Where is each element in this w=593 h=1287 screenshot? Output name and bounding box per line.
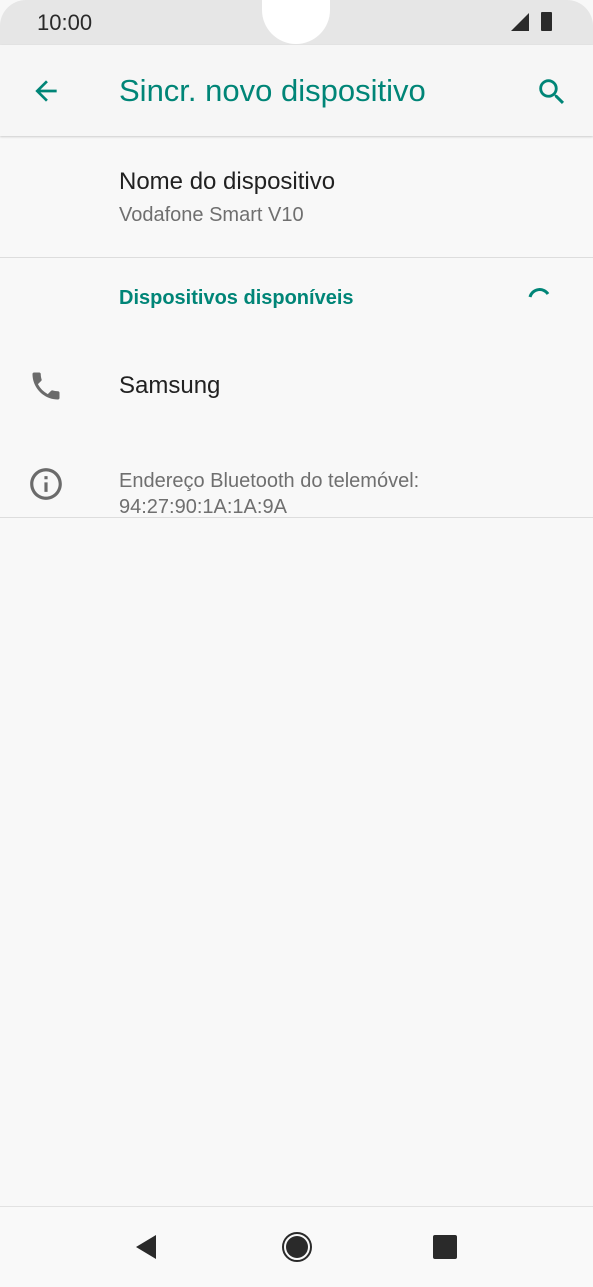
divider <box>0 257 593 258</box>
list-item-samsung[interactable]: Samsung <box>0 340 593 430</box>
app-bar: Sincr. novo dispositivo <box>0 45 593 136</box>
status-bar: 10:00 <box>0 0 593 45</box>
bluetooth-address-label: Endereço Bluetooth do telemóvel: <box>119 470 420 492</box>
arrow-back-icon <box>35 80 57 102</box>
divider <box>0 517 593 518</box>
info-icon <box>30 468 62 500</box>
back-button[interactable] <box>24 69 68 113</box>
battery-icon <box>541 12 552 31</box>
nav-home-button[interactable] <box>277 1227 317 1267</box>
device-name-value: Vodafone Smart V10 <box>119 204 304 226</box>
device-name-label: Samsung <box>119 372 221 399</box>
nav-back-button[interactable] <box>126 1227 166 1267</box>
signal-icon <box>511 13 529 31</box>
search-icon <box>539 79 565 105</box>
status-icons <box>509 11 559 33</box>
search-button[interactable] <box>529 69 575 115</box>
display-notch <box>262 0 330 44</box>
nav-recents-button[interactable] <box>425 1227 465 1267</box>
status-time: 10:00 <box>37 10 93 35</box>
nav-back-icon <box>136 1235 156 1259</box>
device-name-title: Nome do dispositivo <box>119 168 336 195</box>
phone-icon <box>32 372 60 400</box>
nav-recents-icon <box>433 1235 457 1259</box>
navigation-bar <box>0 1206 593 1287</box>
bluetooth-address-text: Endereço Bluetooth do telemóvel: 94:27:9… <box>119 468 539 520</box>
progress-spinner-icon <box>528 288 550 298</box>
available-devices-header: Dispositivos disponíveis <box>119 287 354 309</box>
nav-home-icon <box>282 1232 312 1262</box>
device-name-setting[interactable]: Nome do dispositivo Vodafone Smart V10 <box>0 137 593 257</box>
page-title: Sincr. novo dispositivo <box>119 73 426 108</box>
